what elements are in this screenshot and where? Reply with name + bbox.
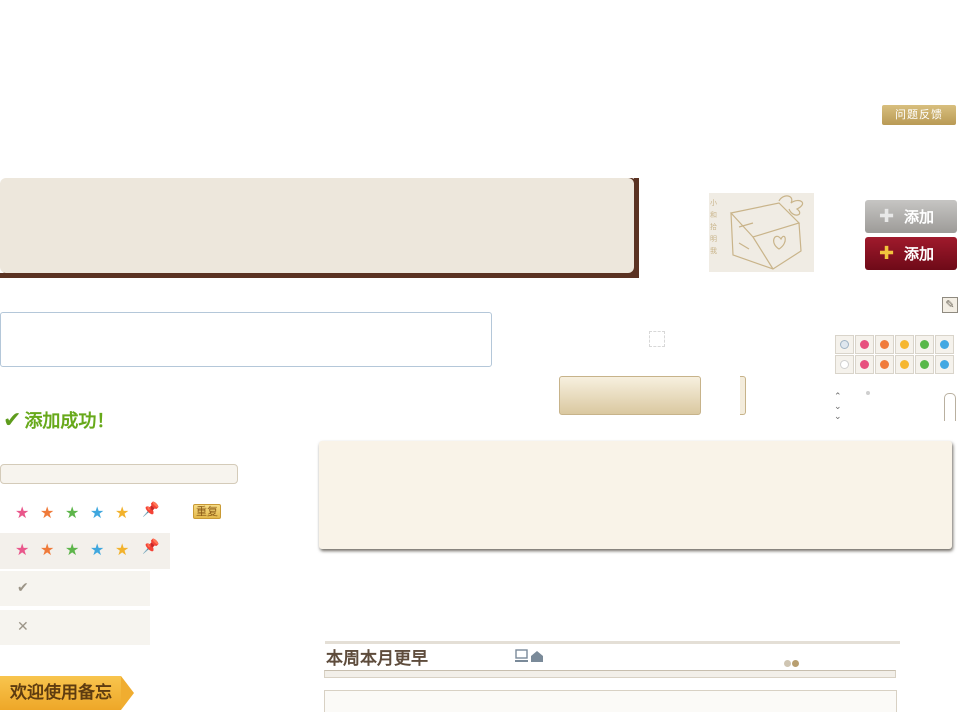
panel-shadow-bottom <box>0 273 639 278</box>
star-green-icon[interactable]: ★ <box>65 541 79 559</box>
swatch-pink[interactable] <box>855 335 874 354</box>
star-green-icon[interactable]: ★ <box>65 504 79 522</box>
svg-text:明: 明 <box>710 235 717 243</box>
svg-text:小: 小 <box>710 198 717 207</box>
gift-stamp-image: 小和拾 明我 <box>709 193 814 272</box>
check-icon: ✔ <box>3 408 22 433</box>
swatch-blue-alt[interactable] <box>935 355 954 374</box>
note-title-input[interactable] <box>0 312 492 367</box>
star-orange-icon[interactable]: ★ <box>40 541 54 559</box>
rating-row-hover: ★ ★ ★ ★ ★ 📌 <box>0 533 170 569</box>
swatch-pink-alt[interactable] <box>855 355 874 374</box>
close-icon: ✕ <box>17 619 29 635</box>
bar-button-end-cap <box>740 376 746 415</box>
side-tab[interactable] <box>944 393 956 421</box>
svg-text:我: 我 <box>710 246 717 255</box>
swatch-orange-alt[interactable] <box>875 355 894 374</box>
list-header-bar <box>324 670 896 678</box>
cancel-option[interactable]: ✕ <box>0 610 150 645</box>
check-icon: ✔ <box>17 580 29 596</box>
period-tabs[interactable]: 本周本月更早 <box>326 648 428 670</box>
feedback-tab[interactable]: 问题反馈 <box>882 105 956 125</box>
swatch-gray-selected[interactable] <box>835 335 854 354</box>
resize-handle[interactable] <box>649 331 665 347</box>
svg-text:和: 和 <box>710 210 717 219</box>
welcome-ribbon: 欢迎使用备忘 <box>0 676 121 710</box>
pencil-icon[interactable]: ✎ <box>942 297 958 313</box>
plus-icon: ✚ <box>879 206 895 227</box>
swatch-green-alt[interactable] <box>915 355 934 374</box>
rating-row: ★ ★ ★ ★ ★ 📌 <box>0 496 170 532</box>
swatch-blue[interactable] <box>935 335 954 354</box>
list-item[interactable] <box>324 690 897 712</box>
add-label: 添加 <box>904 208 935 226</box>
star-blue-icon[interactable]: ★ <box>90 504 104 522</box>
dot-indicator <box>866 391 870 395</box>
star-pink-icon[interactable]: ★ <box>15 541 29 559</box>
swatch-green[interactable] <box>915 335 934 354</box>
view-toggle-icon[interactable] <box>515 649 543 667</box>
confirm-option[interactable]: ✔ <box>0 571 150 606</box>
panel-shadow-right <box>634 178 639 278</box>
reset-button[interactable]: 重复 <box>193 504 221 519</box>
progress-field <box>0 464 238 484</box>
add-button[interactable]: ✚ 添加 <box>865 237 957 270</box>
pushpin-icon[interactable]: 📌 <box>142 539 159 555</box>
double-chevron-icon[interactable]: ⌃ ⌄ ⌄ <box>834 392 842 422</box>
swatch-yellow[interactable] <box>895 335 914 354</box>
ribbon-tip <box>121 676 134 710</box>
success-message: ✔ 添加成功！ <box>3 408 114 434</box>
star-blue-icon[interactable]: ★ <box>90 541 104 559</box>
beige-bar-button[interactable] <box>559 376 701 415</box>
plus-icon: ✚ <box>879 243 895 264</box>
star-orange-icon[interactable]: ★ <box>40 504 54 522</box>
star-yellow-icon[interactable]: ★ <box>115 541 129 559</box>
add-label: 添加 <box>904 245 935 263</box>
star-pink-icon[interactable]: ★ <box>15 504 29 522</box>
pager-dots[interactable] <box>784 652 800 671</box>
swatch-yellow-alt[interactable] <box>895 355 914 374</box>
note-editor-panel <box>0 178 634 273</box>
pushpin-icon[interactable]: 📌 <box>142 502 159 518</box>
divider <box>325 641 900 644</box>
svg-text:拾: 拾 <box>710 222 717 231</box>
swatch-white[interactable] <box>835 355 854 374</box>
swatch-orange[interactable] <box>875 335 894 354</box>
note-card <box>319 441 952 549</box>
success-text: 添加成功！ <box>24 411 115 432</box>
add-button-disabled[interactable]: ✚ 添加 <box>865 200 957 233</box>
star-yellow-icon[interactable]: ★ <box>115 504 129 522</box>
